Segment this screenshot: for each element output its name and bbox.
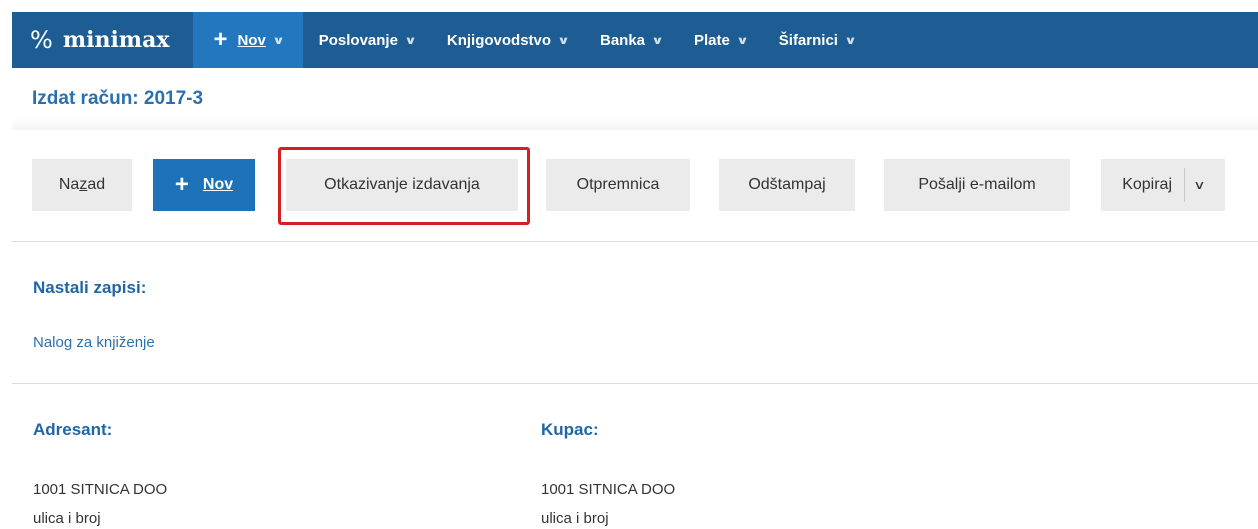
logo-text: minimax — [62, 27, 170, 53]
back-label-prefix: Na — [58, 176, 80, 193]
nav-item-poslovanje[interactable]: Poslovanje ∨ — [303, 12, 431, 68]
nav-item-banka[interactable]: Banka ∨ — [584, 12, 678, 68]
customer-heading: Kupac: — [541, 420, 599, 439]
minimax-logo-icon: % — [30, 26, 53, 54]
plus-icon: + — [174, 171, 189, 198]
sender-address: ulica i broj — [33, 510, 101, 527]
copy-split-button[interactable]: Kopiraj ∨ — [1101, 159, 1225, 211]
chevron-down-icon: ∨ — [557, 34, 570, 47]
split-divider — [1184, 168, 1185, 202]
records-heading: Nastali zapisi: — [33, 278, 147, 297]
delivery-note-label: Otpremnica — [576, 176, 660, 193]
chevron-down-icon: ∨ — [651, 34, 664, 47]
nav-item-sifarnici[interactable]: Šifarnici ∨ — [763, 12, 871, 68]
send-email-button[interactable]: Pošalji e-mailom — [884, 159, 1070, 211]
back-label-suffix: ad — [87, 176, 106, 193]
cancel-issue-label: Otkazivanje izdavanja — [324, 176, 480, 193]
nav-item-knjigovodstvo[interactable]: Knjigovodstvo ∨ — [431, 12, 584, 68]
plus-icon: + — [213, 26, 228, 53]
nav-item-plate[interactable]: Plate ∨ — [678, 12, 763, 68]
booking-order-link[interactable]: Nalog za knjiženje — [33, 334, 155, 351]
app-logo[interactable]: % minimax — [12, 12, 193, 68]
chevron-down-icon[interactable]: ∨ — [1193, 178, 1205, 192]
chevron-down-icon: ∨ — [404, 34, 417, 47]
sender-name: 1001 SITNICA DOO — [33, 481, 168, 498]
print-button[interactable]: Odštampaj — [719, 159, 855, 211]
print-label: Odštampaj — [748, 176, 826, 193]
new-button-label: Nov — [202, 176, 234, 193]
nav-new-menu[interactable]: + Nov ∨ — [193, 12, 303, 68]
nav-item-label: Šifarnici — [778, 31, 838, 49]
sender-heading: Adresant: — [33, 420, 113, 439]
new-button[interactable]: + Nov — [153, 159, 255, 211]
copy-label: Kopiraj — [1122, 176, 1172, 193]
top-nav-bar: % minimax + Nov ∨ Poslovanje ∨ Knjigovod… — [12, 12, 1258, 68]
nav-new-label: Nov — [237, 31, 266, 49]
delivery-note-button[interactable]: Otpremnica — [546, 159, 690, 211]
chevron-down-icon: ∨ — [844, 34, 857, 47]
send-email-label: Pošalji e-mailom — [918, 176, 1036, 193]
nav-item-label: Poslovanje — [318, 31, 398, 49]
nav-item-label: Plate — [693, 31, 730, 49]
back-button[interactable]: Na z ad — [32, 159, 132, 211]
customer-address: ulica i broj — [541, 510, 609, 527]
chevron-down-icon: ∨ — [272, 34, 285, 47]
chevron-down-icon: ∨ — [736, 34, 749, 47]
action-toolbar: Na z ad + Nov Otkazivanje izdavanja Otprem… — [12, 130, 1258, 242]
page-title-bar: Izdat račun: 2017-3 — [12, 68, 1258, 130]
nav-item-label: Banka — [600, 31, 646, 49]
back-label-accesskey: z — [79, 176, 88, 193]
cancel-issue-button[interactable]: Otkazivanje izdavanja — [286, 159, 518, 211]
page-title: Izdat račun: 2017-3 — [32, 88, 204, 109]
customer-name: 1001 SITNICA DOO — [541, 481, 676, 498]
section-divider — [12, 383, 1258, 384]
nav-item-label: Knjigovodstvo — [446, 31, 552, 49]
